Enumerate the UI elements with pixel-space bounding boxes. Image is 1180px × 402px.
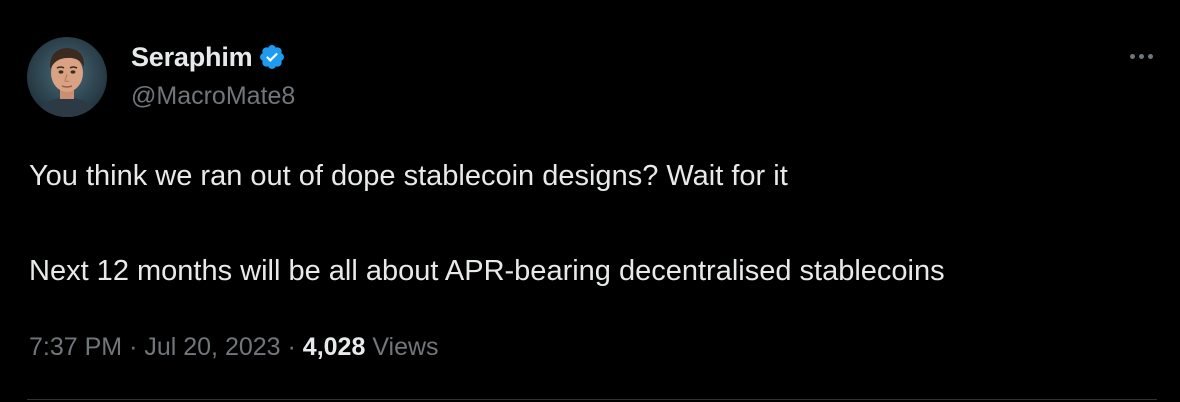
tweet-meta: 7:37 PM · Jul 20, 2023 · 4,028 Views xyxy=(29,333,439,362)
more-dot xyxy=(1138,53,1144,59)
author-handle[interactable]: @MacroMate8 xyxy=(131,82,295,111)
tweet-text-line: Next 12 months will be all about APR-bea… xyxy=(29,255,945,287)
meta-separator: · xyxy=(287,333,296,361)
avatar-image xyxy=(27,37,107,117)
avatar[interactable] xyxy=(27,37,107,117)
views-count: 4,028 xyxy=(302,333,366,361)
author-display-name[interactable]: Seraphim xyxy=(131,42,253,73)
more-dot xyxy=(1129,53,1135,59)
tweet-card: Seraphim @MacroMate8 You think we ran ou… xyxy=(0,0,1180,402)
author-name-row: Seraphim xyxy=(131,40,286,74)
more-options-icon[interactable] xyxy=(1124,46,1158,66)
tweet-text-line: You think we ran out of dope stablecoin … xyxy=(29,160,788,192)
verified-badge-icon[interactable] xyxy=(258,43,286,71)
meta-separator: · xyxy=(129,333,138,361)
views-label: Views xyxy=(372,333,439,361)
more-dot xyxy=(1147,53,1153,59)
divider xyxy=(27,399,1157,400)
tweet-time[interactable]: 7:37 PM xyxy=(29,333,122,361)
tweet-date[interactable]: Jul 20, 2023 xyxy=(144,333,280,361)
